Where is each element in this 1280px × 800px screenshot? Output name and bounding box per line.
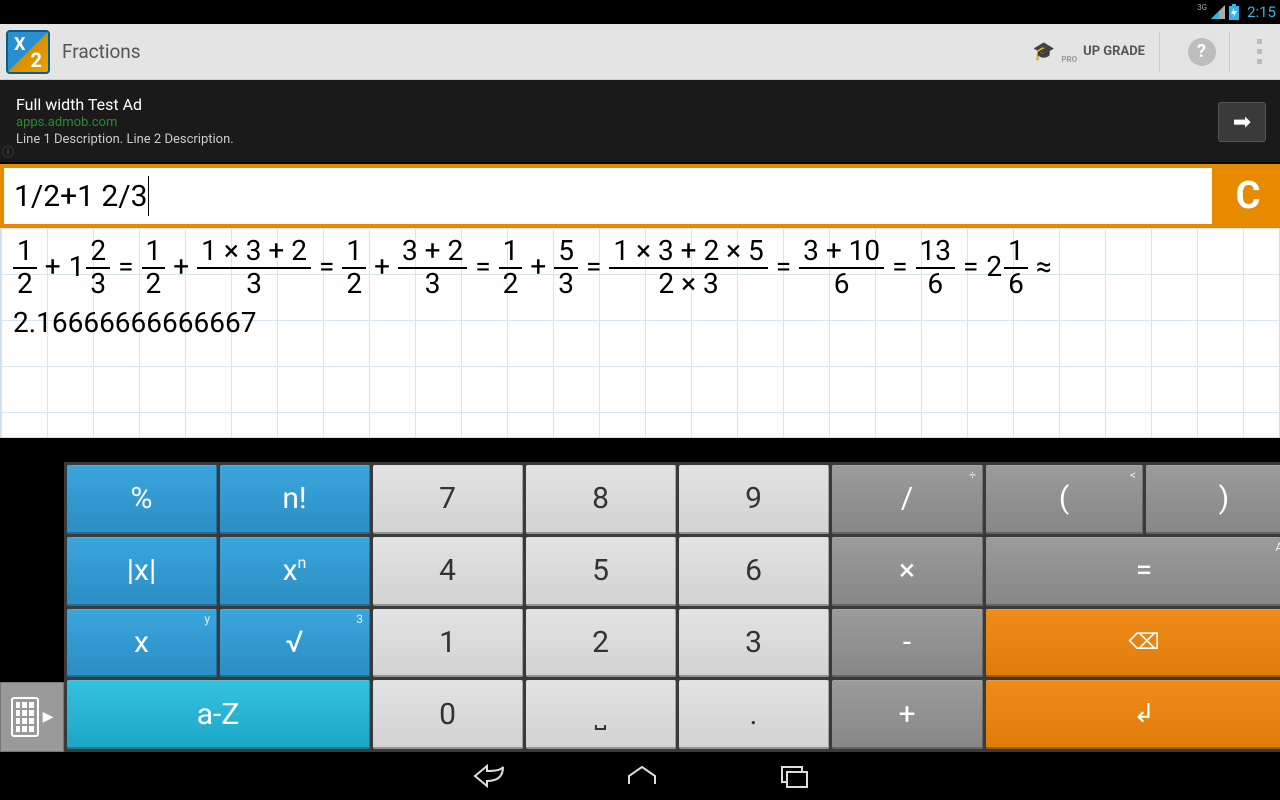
result-expression: 12+123=12+1 × 3 + 23=12+3 + 23=12+53=1 ×… — [13, 236, 1267, 300]
ad-url: apps.admob.com — [16, 115, 234, 130]
ad-title: Full width Test Ad — [16, 95, 234, 114]
key-sqrt[interactable]: √3 — [220, 609, 370, 678]
android-status-bar: 3G 2:15 — [0, 0, 1280, 24]
key-enter[interactable]: ↲ — [986, 680, 1280, 749]
mixed-number: 216 — [986, 236, 1028, 300]
operator: + — [374, 252, 390, 283]
overflow-menu-button[interactable] — [1244, 39, 1274, 64]
key-minus[interactable]: - — [832, 609, 983, 678]
key-hint: 3 — [356, 612, 363, 626]
expression-input[interactable]: 1/2+1 2/3 — [0, 164, 1216, 228]
fraction: 53 — [554, 236, 578, 300]
fraction: 1 × 3 + 23 — [197, 236, 311, 300]
key-lparen[interactable]: (< — [986, 465, 1143, 534]
android-nav-bar — [0, 752, 1280, 800]
operator: + — [45, 252, 61, 283]
operator: = — [319, 252, 334, 283]
operator: = — [963, 252, 978, 283]
clock: 2:15 — [1247, 3, 1276, 21]
operator: + — [173, 252, 189, 283]
operator: = — [118, 252, 133, 283]
key-0[interactable]: 0 — [373, 680, 523, 749]
key-equals-op[interactable]: =Ans — [986, 537, 1280, 606]
key-7[interactable]: 7 — [373, 465, 523, 534]
mixed-number: 123 — [69, 236, 111, 300]
key-alpha[interactable]: a-Z — [67, 680, 370, 749]
fraction: 12 — [142, 236, 166, 300]
nav-back-button[interactable] — [471, 764, 505, 788]
fraction: 12 — [499, 236, 523, 300]
key-5[interactable]: 5 — [526, 537, 676, 606]
key-2[interactable]: 2 — [526, 609, 676, 678]
keypad-icon — [11, 697, 39, 737]
help-button[interactable]: ? — [1174, 32, 1230, 72]
key-abs[interactable]: |x| — [67, 537, 217, 606]
operator: = — [776, 252, 791, 283]
key-6[interactable]: 6 — [679, 537, 829, 606]
key-dot[interactable]: . — [679, 680, 829, 749]
keypad: %n!789/÷(<)>|x|xn456×=Ansxy√3123-⌫a-Z0˽.… — [64, 462, 1280, 752]
key-power[interactable]: xn — [220, 537, 370, 606]
ad-banner[interactable]: Full width Test Ad apps.admob.com Line 1… — [0, 80, 1280, 162]
arrow-right-icon: ➡ — [1233, 110, 1251, 135]
key-backspace[interactable]: ⌫ — [986, 609, 1280, 678]
fraction: 3 + 106 — [799, 236, 884, 300]
key-hint: y — [204, 612, 210, 626]
key-plus[interactable]: + — [832, 680, 983, 749]
upgrade-label: UP GRADE — [1083, 44, 1145, 59]
result-worksheet: 12+123=12+1 × 3 + 23=12+3 + 23=12+53=1 ×… — [0, 228, 1280, 438]
nav-home-button[interactable] — [625, 764, 659, 788]
upgrade-button[interactable]: 🎓 PRO UP GRADE — [1019, 32, 1160, 72]
result-approx: 2.16666666666667 — [13, 306, 1267, 339]
key-multiply[interactable]: × — [832, 537, 983, 606]
ad-description: Line 1 Description. Line 2 Description. — [16, 132, 234, 147]
clear-button[interactable]: C — [1216, 164, 1280, 228]
key-rparen[interactable]: )> — [1146, 465, 1280, 534]
key-3[interactable]: 3 — [679, 609, 829, 678]
expression-input-row: 1/2+1 2/3 C — [0, 164, 1280, 228]
fraction: 12 — [342, 236, 366, 300]
fraction: 23 — [86, 236, 110, 300]
key-var-x[interactable]: xy — [67, 609, 217, 678]
upgrade-caption: PRO — [1061, 55, 1077, 64]
nav-recent-button[interactable] — [779, 764, 809, 788]
fraction: 12 — [13, 236, 37, 300]
key-4[interactable]: 4 — [373, 537, 523, 606]
operator: ≈ — [1036, 252, 1052, 283]
signal-icon — [1211, 5, 1225, 19]
ad-info-icon[interactable]: ⓘ — [2, 143, 14, 160]
key-percent[interactable]: % — [67, 465, 217, 534]
key-1[interactable]: 1 — [373, 609, 523, 678]
app-logo-icon[interactable]: X2 — [6, 30, 50, 74]
operator: = — [892, 252, 907, 283]
app-title: Fractions — [62, 40, 141, 63]
fraction: 3 + 23 — [398, 236, 467, 300]
graduation-cap-icon: 🎓 — [1033, 41, 1055, 62]
operator: + — [530, 252, 546, 283]
expression-text: 1/2+1 2/3 — [14, 179, 148, 214]
key-space[interactable]: ˽ — [526, 680, 676, 749]
key-hint: ÷ — [969, 468, 976, 482]
fraction: 136 — [916, 236, 955, 300]
operator: = — [586, 252, 601, 283]
ad-arrow-button[interactable]: ➡ — [1218, 102, 1266, 142]
key-hint: Ans — [1275, 540, 1280, 554]
fraction: 16 — [1004, 236, 1028, 300]
key-9[interactable]: 9 — [679, 465, 829, 534]
keypad-drawer-handle[interactable]: ▶ — [0, 682, 64, 752]
key-divide[interactable]: /÷ — [832, 465, 983, 534]
battery-icon — [1229, 4, 1239, 20]
key-factorial[interactable]: n! — [220, 465, 370, 534]
key-hint: < — [1130, 468, 1136, 482]
fraction: 1 × 3 + 2 × 52 × 3 — [609, 236, 767, 300]
app-bar: X2 Fractions 🎓 PRO UP GRADE ? — [0, 24, 1280, 80]
network-type: 3G — [1197, 4, 1207, 12]
chevron-right-icon: ▶ — [43, 709, 54, 725]
help-icon: ? — [1188, 38, 1216, 66]
key-8[interactable]: 8 — [526, 465, 676, 534]
operator: = — [475, 252, 490, 283]
